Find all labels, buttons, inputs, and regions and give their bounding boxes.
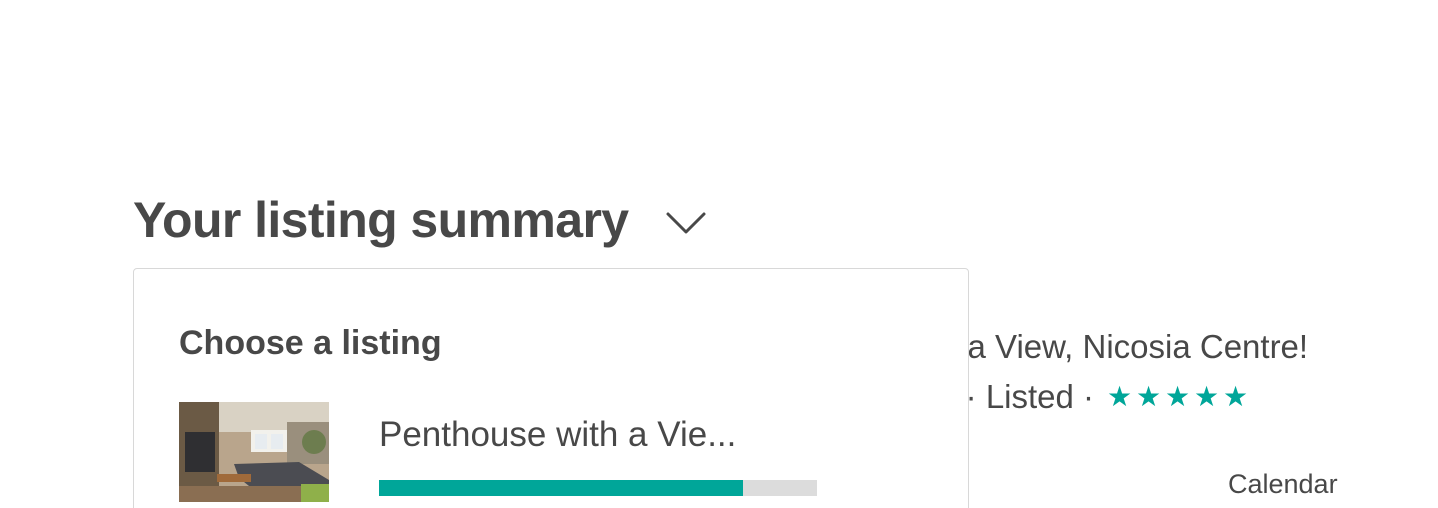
star-icon: ★ <box>1106 381 1135 412</box>
listing-thumbnail <box>179 402 329 502</box>
listing-summary-header: Your listing summary <box>133 188 707 252</box>
listing-option[interactable]: Penthouse with a Vie... <box>179 402 879 502</box>
listing-dropdown: Choose a listing Penthouse with a Vie... <box>133 268 969 508</box>
star-icon: ★ <box>1135 381 1164 412</box>
page-title: Your listing summary <box>133 192 629 248</box>
calendar-link[interactable]: Calendar <box>1228 462 1338 506</box>
listing-meta: s · Listed · ★ ★ ★ ★ ★ <box>940 372 1251 422</box>
listing-title: n a View, Nicosia Centre! <box>940 328 1309 365</box>
star-icon: ★ <box>1164 381 1193 412</box>
star-icon: ★ <box>1222 381 1251 412</box>
dropdown-title: Choose a listing <box>179 324 442 362</box>
rating-stars: ★ ★ ★ ★ ★ <box>1106 372 1251 422</box>
selected-listing-details: n a View, Nicosia Centre! s · Listed · ★… <box>940 322 1438 508</box>
page: Your listing summary n a View, Nicosia C… <box>0 0 1438 508</box>
chevron-down-icon[interactable] <box>665 211 707 235</box>
listing-option-title: Penthouse with a Vie... <box>379 415 737 454</box>
star-icon: ★ <box>1193 381 1222 412</box>
listing-progress-fill <box>379 480 743 496</box>
listing-progress-bar <box>379 480 817 496</box>
